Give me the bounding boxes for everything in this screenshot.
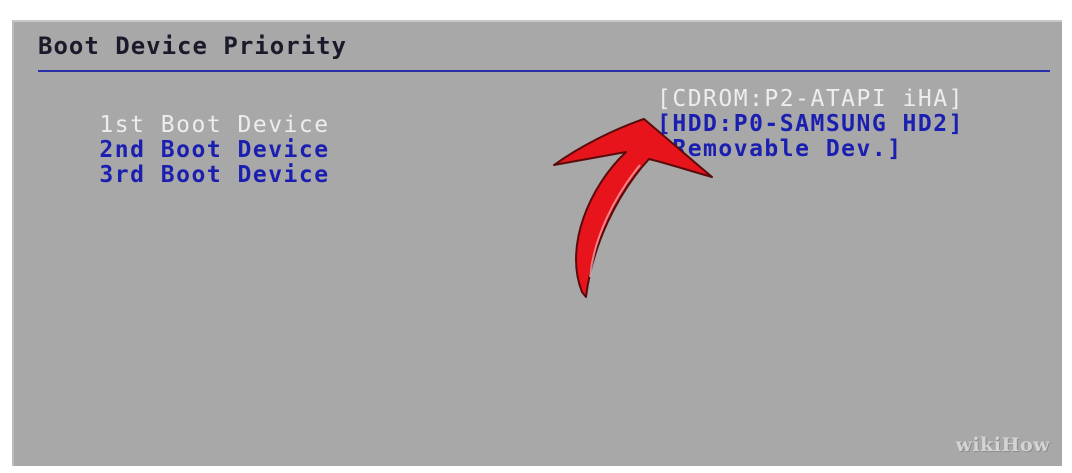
- title-divider: [38, 70, 1050, 72]
- boot-device-label: 3rd Boot Device: [99, 162, 330, 188]
- boot-device-row-3[interactable]: 3rd Boot Device [Removable Dev.]: [38, 136, 901, 214]
- boot-device-value: [HDD:P0-SAMSUNG HD2]: [657, 111, 964, 137]
- wikihow-watermark: wikiHow: [955, 434, 1050, 456]
- boot-device-value: [CDROM:P2-ATAPI iHA]: [657, 86, 964, 112]
- boot-device-value: [Removable Dev.]: [657, 136, 903, 162]
- page-title: Boot Device Priority: [38, 32, 347, 60]
- bios-screen: Boot Device Priority 1st Boot Device [CDR…: [12, 20, 1062, 466]
